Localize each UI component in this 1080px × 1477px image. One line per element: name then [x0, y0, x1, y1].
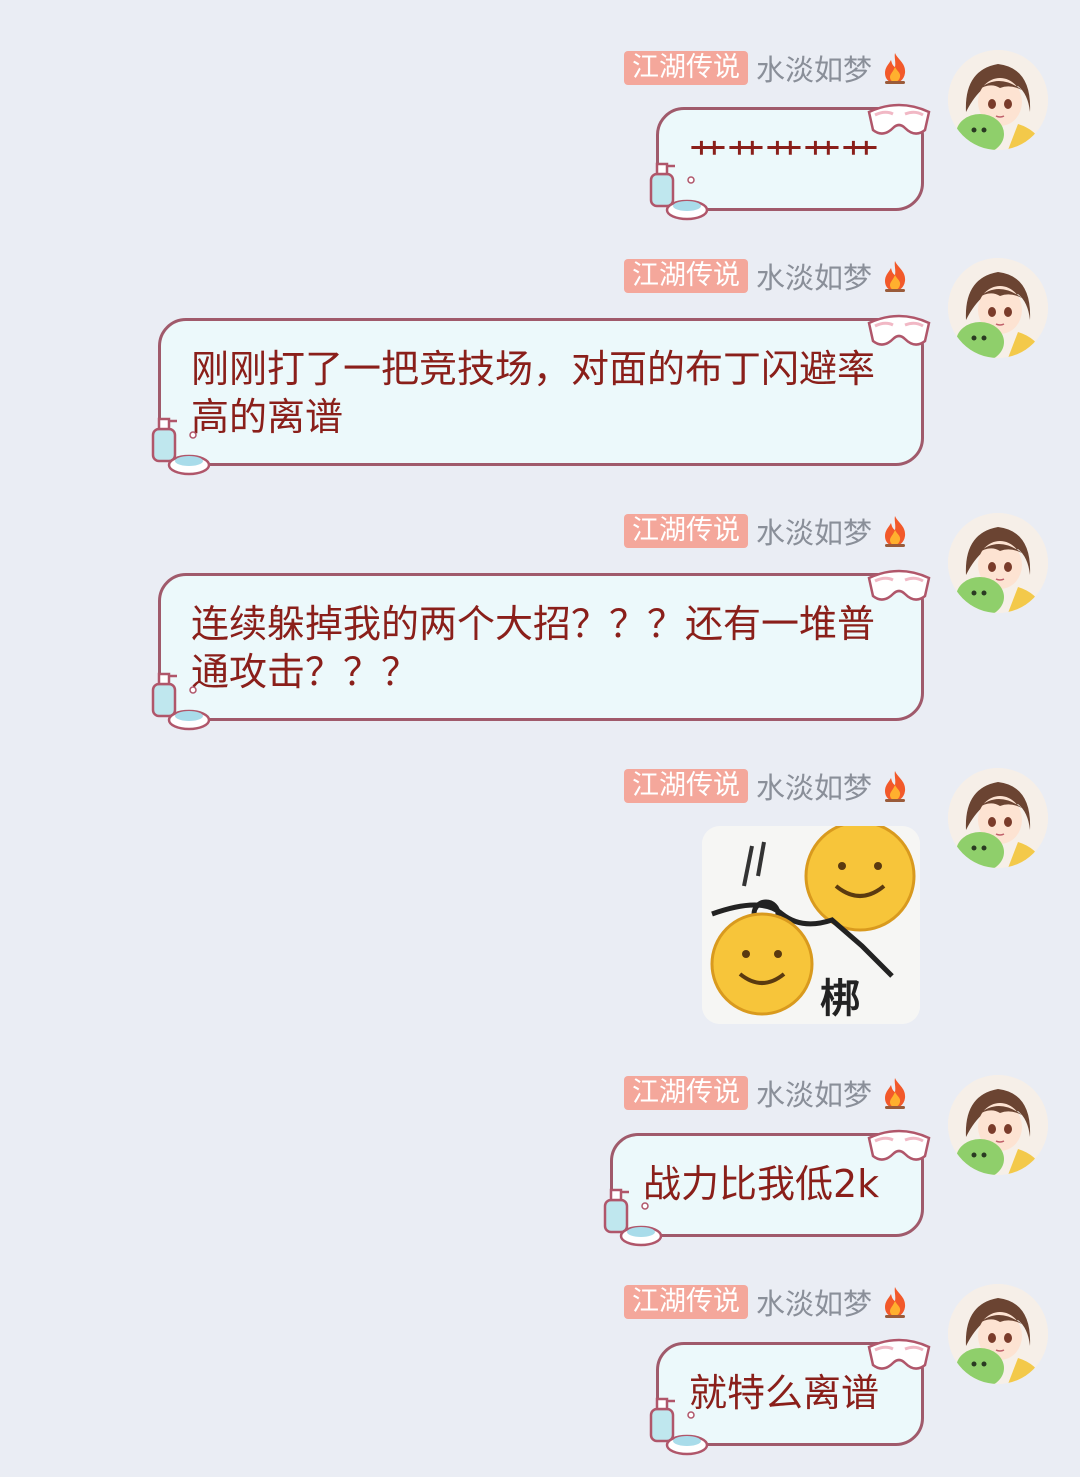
smiley-sticker-art: 梆: [702, 826, 920, 1024]
message-text: 艹艹艹艹艹: [689, 136, 880, 180]
sender-meta: 江湖传说 水淡如梦: [623, 47, 910, 89]
avatar[interactable]: [948, 50, 1048, 150]
message-bubble[interactable]: 刚刚打了一把竞技场，对面的布丁闪避率高的离谱: [158, 318, 924, 466]
goggle-decoration-icon: [865, 311, 933, 351]
avatar-image: [948, 1284, 1048, 1384]
goggle-decoration-icon: [865, 566, 933, 606]
avatar-image: [948, 258, 1048, 358]
avatar-image: [948, 50, 1048, 150]
goggle-decoration-icon: [865, 100, 933, 140]
avatar[interactable]: [948, 768, 1048, 868]
sender-nickname[interactable]: 水淡如梦: [756, 47, 872, 89]
message-text: 就特么离谱: [689, 1371, 880, 1415]
sender-title-badge: 江湖传说: [623, 1285, 748, 1319]
sender-meta: 江湖传说 水淡如梦: [623, 510, 910, 552]
message-bubble[interactable]: 艹艹艹艹艹: [656, 107, 924, 211]
flame-icon: [880, 1076, 910, 1110]
message-text: 战力比我低2k: [643, 1162, 880, 1206]
flame-icon: [880, 51, 910, 85]
avatar[interactable]: [948, 1075, 1048, 1175]
message-bubble[interactable]: 战力比我低2k: [610, 1133, 924, 1237]
flame-icon: [880, 514, 910, 548]
sender-title-badge: 江湖传说: [623, 769, 748, 803]
flame-icon: [880, 1285, 910, 1319]
soap-decoration-icon: [145, 415, 211, 479]
message-bubble[interactable]: 就特么离谱: [656, 1342, 924, 1446]
avatar-image: [948, 513, 1048, 613]
flame-icon: [880, 769, 910, 803]
avatar[interactable]: [948, 1284, 1048, 1384]
message-text: 刚刚打了一把竞技场，对面的布丁闪避率高的离谱: [191, 347, 876, 439]
avatar-image: [948, 768, 1048, 868]
avatar[interactable]: [948, 258, 1048, 358]
sticker-caption: 梆: [820, 976, 860, 1022]
sender-nickname[interactable]: 水淡如梦: [756, 1072, 872, 1114]
soap-decoration-icon: [643, 160, 709, 224]
sender-nickname[interactable]: 水淡如梦: [756, 765, 872, 807]
sender-title-badge: 江湖传说: [623, 1076, 748, 1110]
flame-icon: [880, 259, 910, 293]
soap-decoration-icon: [145, 670, 211, 734]
message-text: 连续躲掉我的两个大招？？？还有一堆普通攻击？？？: [191, 602, 876, 694]
sender-nickname[interactable]: 水淡如梦: [756, 255, 872, 297]
avatar-image: [948, 1075, 1048, 1175]
goggle-decoration-icon: [865, 1126, 933, 1166]
sender-title-badge: 江湖传说: [623, 514, 748, 548]
sender-title-badge: 江湖传说: [623, 259, 748, 293]
sender-meta: 江湖传说 水淡如梦: [623, 1072, 910, 1114]
sender-title-badge: 江湖传说: [623, 51, 748, 85]
sender-meta: 江湖传说 水淡如梦: [623, 765, 910, 807]
sender-meta: 江湖传说 水淡如梦: [623, 1281, 910, 1323]
sticker-image[interactable]: 梆: [702, 826, 920, 1024]
sender-nickname[interactable]: 水淡如梦: [756, 1281, 872, 1323]
sender-meta: 江湖传说 水淡如梦: [623, 255, 910, 297]
message-bubble[interactable]: 连续躲掉我的两个大招？？？还有一堆普通攻击？？？: [158, 573, 924, 721]
soap-decoration-icon: [643, 1395, 709, 1459]
sender-nickname[interactable]: 水淡如梦: [756, 510, 872, 552]
avatar[interactable]: [948, 513, 1048, 613]
soap-decoration-icon: [597, 1186, 663, 1250]
goggle-decoration-icon: [865, 1335, 933, 1375]
